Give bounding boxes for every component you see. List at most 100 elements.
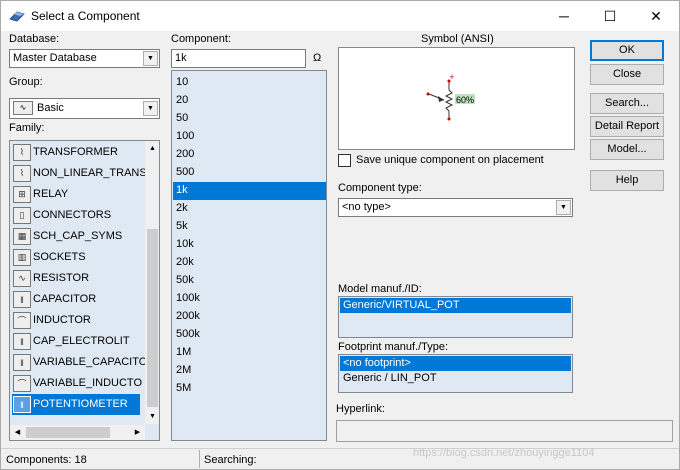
family-item[interactable]: ▦ SCH_CAP_SYMS <box>12 226 140 247</box>
electrolytic-capacitor-icon: ‖ <box>13 333 31 350</box>
status-divider <box>199 450 200 468</box>
scroll-thumb[interactable] <box>147 229 158 407</box>
component-item[interactable]: 500 <box>173 164 326 182</box>
component-type-select[interactable]: <no type> ▼ <box>338 198 573 217</box>
family-item[interactable]: ⌇ TRANSFORMER <box>12 142 140 163</box>
chevron-down-icon[interactable]: ▼ <box>556 200 571 215</box>
family-item[interactable]: ⌇ NON_LINEAR_TRANS <box>12 163 147 184</box>
detail-report-button[interactable]: Detail Report <box>590 116 664 137</box>
family-item-label: INDUCTOR <box>33 314 91 326</box>
scroll-right-icon[interactable]: ▶ <box>130 425 145 440</box>
component-item[interactable]: 20k <box>173 254 326 272</box>
footprint-item[interactable]: Generic / LIN_POT <box>340 371 571 386</box>
component-search-input[interactable]: 1k <box>171 49 306 68</box>
family-item-label: VARIABLE_CAPACITO <box>33 356 148 368</box>
component-item[interactable]: 100k <box>173 290 326 308</box>
component-item[interactable]: 200k <box>173 308 326 326</box>
component-item[interactable]: 20 <box>173 92 326 110</box>
variable-inductor-icon: ⌒ <box>13 375 31 392</box>
searching-status: Searching: <box>204 454 257 466</box>
chevron-down-icon[interactable]: ▼ <box>143 51 158 66</box>
component-item[interactable]: 5M <box>173 380 326 398</box>
minimize-icon: ─ <box>559 8 569 24</box>
scroll-down-icon[interactable]: ▼ <box>145 409 159 424</box>
component-item[interactable]: 5k <box>173 218 326 236</box>
potentiometer-icon: ‖ <box>13 396 31 413</box>
family-list[interactable]: ⌇ TRANSFORMER ⌇ NON_LINEAR_TRANS ⊞ RELAY ▯ CONN… <box>9 140 160 441</box>
family-item[interactable]: ‖ CAPACITOR <box>12 289 140 310</box>
scroll-up-icon[interactable]: ▲ <box>145 141 159 156</box>
nonlinear-transformer-icon: ⌇ <box>13 165 31 182</box>
family-item[interactable]: ⊞ RELAY <box>12 184 140 205</box>
footprint-list[interactable]: <no footprint> Generic / LIN_POT <box>338 354 573 393</box>
wiper-percent-label: 60% <box>456 95 474 105</box>
family-label: Family: <box>9 122 45 134</box>
component-item[interactable]: 200 <box>173 146 326 164</box>
family-vertical-scrollbar[interactable]: ▲ ▼ <box>145 141 159 424</box>
schematic-symbols-icon: ▦ <box>13 228 31 245</box>
save-unique-label: Save unique component on placement <box>356 154 544 166</box>
save-unique-checkbox[interactable] <box>338 154 351 167</box>
family-horizontal-scrollbar[interactable]: ◀ ▶ <box>10 425 145 440</box>
hscroll-thumb[interactable] <box>26 427 110 438</box>
maximize-button[interactable]: ☐ <box>587 1 633 31</box>
symbol-preview: + 60% <box>338 47 575 150</box>
basic-group-icon: ∿ <box>13 101 33 115</box>
component-item[interactable]: 10k <box>173 236 326 254</box>
footprint-item[interactable]: <no footprint> <box>340 356 571 371</box>
group-label: Group: <box>9 76 43 88</box>
family-item-label: CONNECTORS <box>33 209 112 221</box>
family-item-label: RELAY <box>33 188 69 200</box>
ok-button[interactable]: OK <box>590 40 664 61</box>
database-label: Database: <box>9 33 60 45</box>
close-window-button[interactable]: ✕ <box>633 1 679 31</box>
maximize-icon: ☐ <box>603 7 617 24</box>
relay-icon: ⊞ <box>13 186 31 203</box>
group-value: Basic <box>37 102 64 114</box>
family-item[interactable]: ▥ SOCKETS <box>12 247 140 268</box>
title-bar: Select a Component ─ ☐ ✕ <box>1 1 679 31</box>
component-item[interactable]: 2k <box>173 200 326 218</box>
close-button[interactable]: Close <box>590 64 664 85</box>
database-select[interactable]: Master Database ▼ <box>9 49 160 68</box>
chevron-down-icon[interactable]: ▼ <box>143 101 158 116</box>
family-item[interactable]: ‖ VARIABLE_CAPACITO <box>12 352 147 373</box>
component-list[interactable]: 10 20 50 100 200 500 1k 2k 5k 10k 20k 50k 100k 200k 50… <box>171 70 327 441</box>
window-title: Select a Component <box>31 9 140 23</box>
family-item[interactable]: ∿ RESISTOR <box>12 268 140 289</box>
svg-text:+: + <box>449 73 455 81</box>
family-item[interactable]: ‖ CAP_ELECTROLIT <box>12 331 140 352</box>
component-item[interactable]: 50 <box>173 110 326 128</box>
scroll-left-icon[interactable]: ◀ <box>10 425 25 440</box>
hyperlink-field[interactable] <box>336 420 673 442</box>
model-list[interactable]: Generic/VIRTUAL_POT <box>338 296 573 338</box>
model-item[interactable]: Generic/VIRTUAL_POT <box>340 298 571 313</box>
component-item[interactable]: 50k <box>173 272 326 290</box>
family-item[interactable]: ▯ CONNECTORS <box>12 205 140 226</box>
family-item-label: RESISTOR <box>33 272 90 284</box>
model-button[interactable]: Model... <box>590 139 664 160</box>
component-item[interactable]: 100 <box>173 128 326 146</box>
transformer-icon: ⌇ <box>13 144 31 161</box>
component-item[interactable]: 10 <box>173 74 326 92</box>
component-label: Component: <box>171 33 231 45</box>
search-button[interactable]: Search... <box>590 93 664 114</box>
components-count: Components: 18 <box>6 454 87 466</box>
help-button[interactable]: Help <box>590 170 664 191</box>
component-type-value: <no type> <box>342 201 391 213</box>
family-item[interactable]: ⌒ INDUCTOR <box>12 310 140 331</box>
watermark-text: https://blog.csdn.net/zhouyingge1104 <box>413 447 595 459</box>
select-component-dialog: Select a Component ─ ☐ ✕ Database: Maste… <box>0 0 680 470</box>
hyperlink-label: Hyperlink: <box>336 403 385 415</box>
group-select[interactable]: ∿ Basic ▼ <box>9 98 160 119</box>
minimize-button[interactable]: ─ <box>541 1 587 31</box>
component-item[interactable]: 2M <box>173 362 326 380</box>
component-item[interactable]: 500k <box>173 326 326 344</box>
component-item[interactable]: 1M <box>173 344 326 362</box>
family-item[interactable]: ⌒ VARIABLE_INDUCTO <box>12 373 142 394</box>
resistor-icon: ∿ <box>13 270 31 287</box>
connector-icon: ▯ <box>13 207 31 224</box>
family-item[interactable]: ‖ POTENTIOMETER <box>12 394 140 415</box>
close-icon: ✕ <box>650 7 662 24</box>
component-item[interactable]: 1k <box>173 182 326 200</box>
